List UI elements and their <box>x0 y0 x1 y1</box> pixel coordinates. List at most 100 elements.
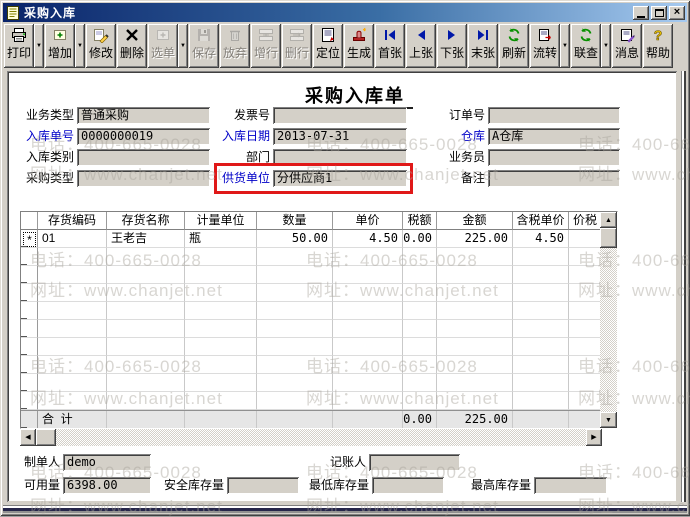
table-cell[interactable] <box>38 248 107 266</box>
table-row[interactable] <box>21 374 602 392</box>
table-cell[interactable] <box>107 320 185 338</box>
table-cell[interactable]: 4.50 <box>333 230 403 248</box>
toolbar-locate-button[interactable]: 定位 <box>313 24 343 68</box>
vertical-scroll-thumb[interactable] <box>600 228 617 248</box>
minimize-button[interactable] <box>633 5 649 20</box>
table-cell[interactable] <box>107 248 185 266</box>
table-cell[interactable] <box>437 248 513 266</box>
table-row[interactable] <box>21 338 602 356</box>
toolbar-flow-dropdown[interactable]: ▼ <box>560 24 570 68</box>
table-cell[interactable] <box>185 284 257 302</box>
table-cell[interactable] <box>257 374 333 392</box>
table-cell[interactable] <box>257 302 333 320</box>
row-selector[interactable] <box>21 248 38 266</box>
table-cell[interactable] <box>38 284 107 302</box>
field-department[interactable] <box>273 149 407 166</box>
table-cell[interactable] <box>403 302 437 320</box>
toolbar-message-button[interactable]: 消息 <box>612 24 642 68</box>
table-cell[interactable] <box>107 392 185 410</box>
field-creator[interactable]: demo <box>63 454 151 471</box>
table-row[interactable] <box>21 320 602 338</box>
toolbar-generate-button[interactable]: 生成 <box>344 24 374 68</box>
table-cell[interactable] <box>403 356 437 374</box>
table-cell[interactable] <box>107 302 185 320</box>
field-supplier[interactable]: 分供应商1 <box>273 170 407 187</box>
toolbar-add-row-button[interactable]: 增行 <box>251 24 281 68</box>
table-cell[interactable] <box>185 320 257 338</box>
table-row[interactable] <box>21 392 602 410</box>
scroll-up-icon[interactable]: ▲ <box>600 212 617 228</box>
table-cell[interactable] <box>257 338 333 356</box>
field-entry-date[interactable]: 2013-07-31 <box>273 128 407 145</box>
table-row[interactable] <box>21 248 602 266</box>
table-cell[interactable] <box>569 392 602 410</box>
table-cell[interactable] <box>185 302 257 320</box>
vertical-scroll-track[interactable] <box>600 248 617 412</box>
field-warehouse[interactable]: A仓库 <box>488 128 620 145</box>
table-cell[interactable]: 225.00 <box>437 230 513 248</box>
table-cell[interactable] <box>437 356 513 374</box>
table-cell[interactable] <box>107 284 185 302</box>
table-cell[interactable] <box>437 266 513 284</box>
field-salesperson[interactable] <box>488 149 620 166</box>
table-row[interactable]: * 01 王老吉瓶 50.00 4.50 0.00 225.00 4.50 <box>21 230 602 248</box>
scroll-right-icon[interactable]: ▶ <box>586 429 602 446</box>
toolbar-discard-button[interactable]: 放弃 <box>220 24 250 68</box>
horizontal-scroll-track[interactable] <box>56 429 586 446</box>
toolbar-refresh-button[interactable]: 刷新 <box>499 24 529 68</box>
scroll-down-icon[interactable]: ▼ <box>600 412 617 428</box>
table-cell[interactable] <box>38 392 107 410</box>
table-cell[interactable] <box>403 320 437 338</box>
table-cell[interactable] <box>403 392 437 410</box>
table-cell[interactable] <box>333 266 403 284</box>
table-cell[interactable] <box>257 284 333 302</box>
title-bar[interactable]: 采购入库 × <box>3 3 687 22</box>
table-cell[interactable]: 0.00 <box>403 230 437 248</box>
table-cell[interactable] <box>38 356 107 374</box>
field-order-no[interactable] <box>488 107 620 124</box>
table-cell[interactable] <box>185 356 257 374</box>
row-selector[interactable] <box>21 320 38 338</box>
table-vertical-scrollbar[interactable]: ▲ ▼ <box>600 212 617 428</box>
table-cell[interactable] <box>513 374 569 392</box>
toolbar-add-dropdown[interactable]: ▼ <box>75 24 85 68</box>
row-selector[interactable] <box>21 266 38 284</box>
toolbar-delete-row-button[interactable]: 删行 <box>282 24 312 68</box>
row-selector[interactable] <box>21 338 38 356</box>
row-selector[interactable]: * <box>21 230 38 248</box>
table-cell[interactable] <box>569 266 602 284</box>
table-cell[interactable] <box>437 374 513 392</box>
toolbar-linked-query-dropdown[interactable]: ▼ <box>601 24 611 68</box>
row-selector[interactable] <box>21 302 38 320</box>
table-cell[interactable] <box>185 248 257 266</box>
table-cell[interactable] <box>513 248 569 266</box>
table-cell[interactable] <box>569 320 602 338</box>
table-cell[interactable] <box>569 374 602 392</box>
table-cell[interactable] <box>185 374 257 392</box>
row-selector[interactable] <box>21 284 38 302</box>
table-cell[interactable] <box>333 248 403 266</box>
maximize-button[interactable] <box>651 5 667 20</box>
table-cell[interactable] <box>569 230 602 248</box>
table-cell[interactable] <box>333 338 403 356</box>
table-cell[interactable] <box>333 374 403 392</box>
table-cell[interactable] <box>38 374 107 392</box>
table-row[interactable] <box>21 284 602 302</box>
table-cell[interactable] <box>257 356 333 374</box>
table-cell[interactable] <box>513 356 569 374</box>
toolbar-last-button[interactable]: 末张 <box>468 24 498 68</box>
toolbar-modify-button[interactable]: 修改 <box>86 24 116 68</box>
table-cell[interactable] <box>333 356 403 374</box>
table-cell[interactable] <box>333 392 403 410</box>
table-cell[interactable] <box>403 284 437 302</box>
field-min-stock[interactable] <box>372 477 444 494</box>
toolbar-print-button[interactable]: 打印 <box>4 24 34 68</box>
toolbar-print-dropdown[interactable]: ▼ <box>34 24 44 68</box>
table-cell[interactable] <box>513 338 569 356</box>
table-cell[interactable] <box>257 248 333 266</box>
field-remarks[interactable] <box>488 170 620 187</box>
table-cell[interactable] <box>38 266 107 284</box>
field-max-stock[interactable] <box>534 477 607 494</box>
table-row[interactable] <box>21 302 602 320</box>
toolbar-linked-query-button[interactable]: 联查 <box>571 24 601 68</box>
